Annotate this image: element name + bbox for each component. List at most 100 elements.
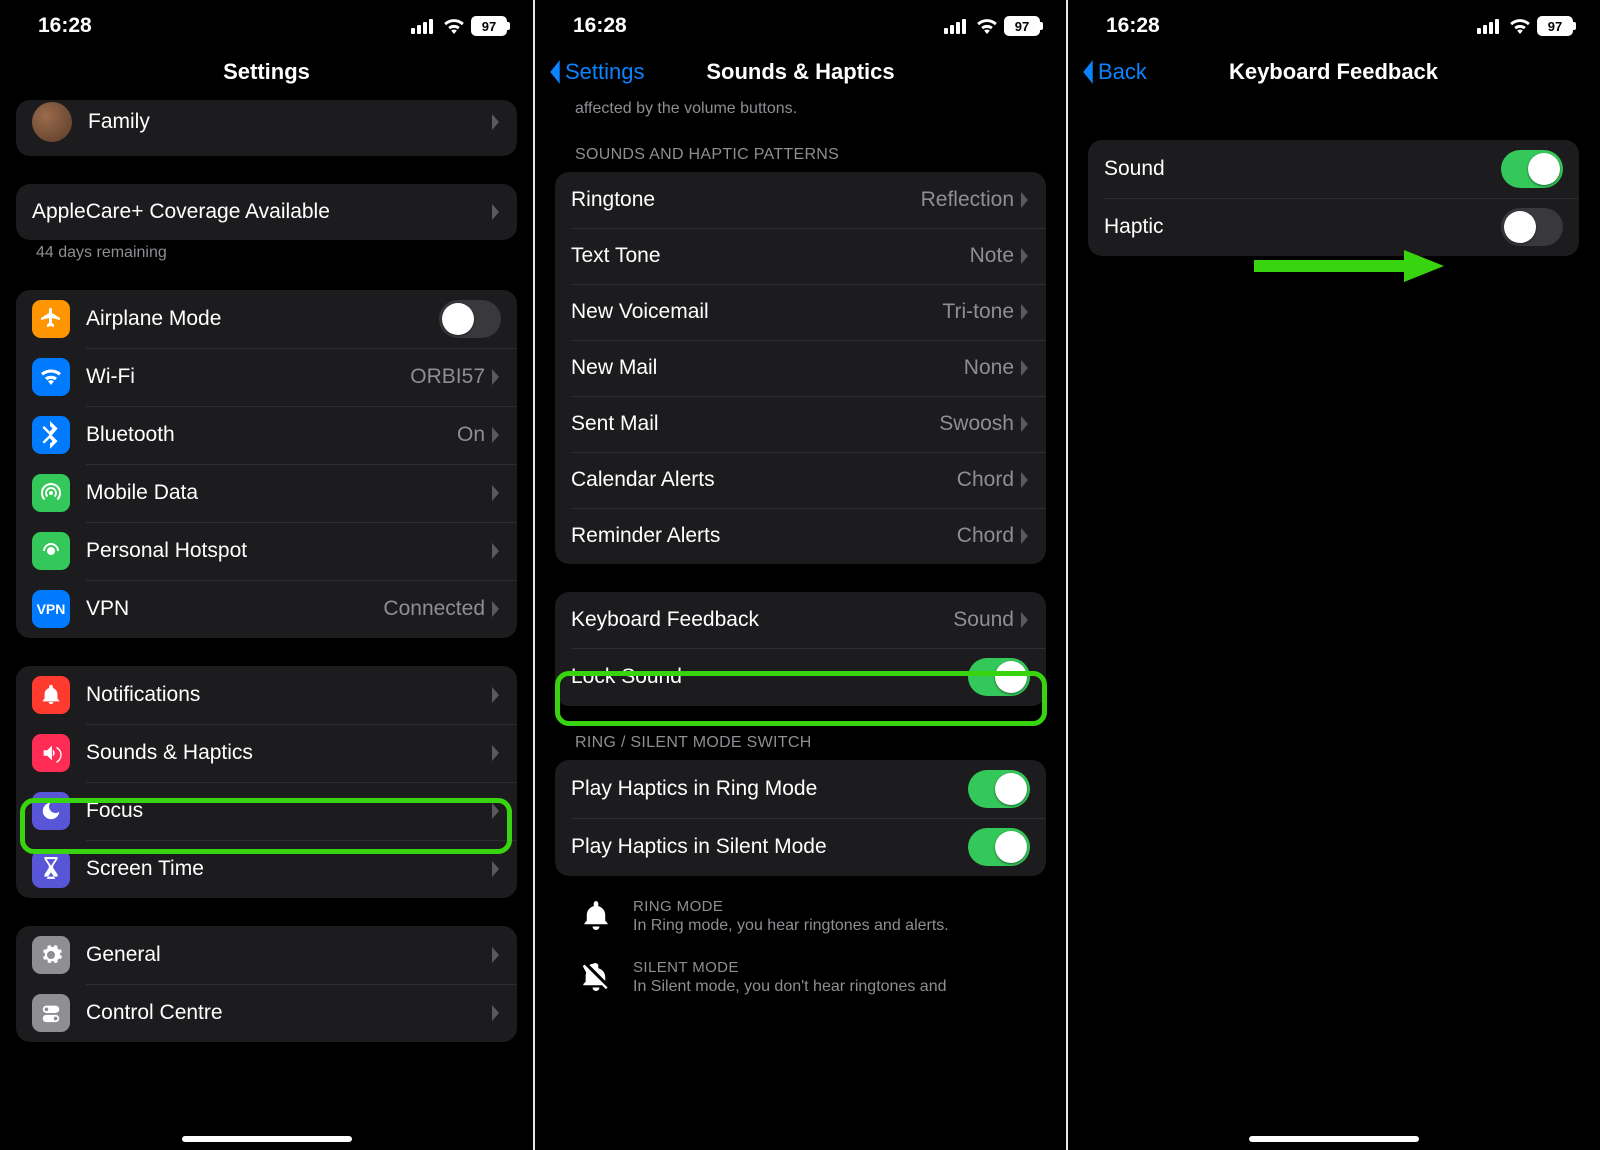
bluetooth-icon (32, 416, 70, 454)
notifications-row[interactable]: Notifications (16, 666, 517, 724)
ring-haptics-toggle[interactable] (968, 770, 1030, 808)
voicemail-label: New Voicemail (571, 300, 942, 324)
group-applecare: AppleCare+ Coverage Available (16, 184, 517, 240)
chevron-left-icon (547, 59, 563, 85)
chevron-right-icon (1020, 527, 1030, 545)
switches-icon (32, 994, 70, 1032)
silent-haptics-row[interactable]: Play Haptics in Silent Mode (555, 818, 1046, 876)
chevron-right-icon (491, 426, 501, 444)
ring-haptics-row[interactable]: Play Haptics in Ring Mode (555, 760, 1046, 818)
airplane-icon (32, 300, 70, 338)
chevron-left-icon (1080, 59, 1096, 85)
vpn-icon: VPN (32, 590, 70, 628)
newmail-label: New Mail (571, 356, 964, 380)
texttone-value: Note (970, 244, 1014, 268)
chevron-right-icon (1020, 611, 1030, 629)
family-avatar-icon (32, 102, 72, 142)
home-indicator (182, 1136, 352, 1142)
silent-haptics-toggle[interactable] (968, 828, 1030, 866)
newmail-value: None (964, 356, 1014, 380)
phone-sounds-haptics: 16:28 97 Settings Sounds & Haptics affec… (533, 0, 1066, 1150)
control-centre-label: Control Centre (86, 1001, 491, 1025)
nav-bar: Settings (0, 44, 533, 100)
focus-row[interactable]: Focus (16, 782, 517, 840)
vpn-row[interactable]: VPN VPN Connected (16, 580, 517, 638)
keyboard-feedback-row[interactable]: Keyboard Feedback Sound (555, 592, 1046, 648)
chevron-right-icon (491, 744, 501, 762)
chevron-right-icon (491, 860, 501, 878)
chevron-right-icon (491, 368, 501, 386)
calendar-row[interactable]: Calendar Alerts Chord (555, 452, 1046, 508)
silent-info-header: SILENT MODE (633, 959, 946, 976)
focus-label: Focus (86, 799, 491, 823)
chevron-right-icon (1020, 415, 1030, 433)
wifi-value: ORBI57 (410, 365, 485, 389)
chevron-right-icon (1020, 359, 1030, 377)
lock-sound-label: Lock Sound (571, 665, 968, 689)
keyboard-feedback-label: Keyboard Feedback (571, 608, 953, 632)
bluetooth-row[interactable]: Bluetooth On (16, 406, 517, 464)
reminder-value: Chord (957, 524, 1014, 548)
newmail-row[interactable]: New Mail None (555, 340, 1046, 396)
sounds-scroll[interactable]: affected by the volume buttons. SOUNDS A… (535, 100, 1066, 1150)
ring-silent-header: RING / SILENT MODE SWITCH (555, 706, 1046, 760)
kb-feedback-scroll[interactable]: Sound Haptic (1068, 100, 1599, 1150)
wifi-label: Wi-Fi (86, 365, 410, 389)
wifi-icon (443, 18, 465, 34)
nav-bar: Settings Sounds & Haptics (535, 44, 1066, 100)
chevron-right-icon (1020, 303, 1030, 321)
status-time: 16:28 (38, 14, 92, 38)
mobile-data-row[interactable]: Mobile Data (16, 464, 517, 522)
voicemail-row[interactable]: New Voicemail Tri-tone (555, 284, 1046, 340)
back-button[interactable]: Back (1080, 59, 1147, 85)
airplane-row[interactable]: Airplane Mode (16, 290, 517, 348)
group-network: Airplane Mode Wi-Fi ORBI57 Bluetooth On (16, 290, 517, 638)
ring-mode-info: RING MODE In Ring mode, you hear rington… (555, 890, 1046, 935)
sound-row[interactable]: Sound (1088, 140, 1579, 198)
notifications-label: Notifications (86, 683, 491, 707)
ringtone-row[interactable]: Ringtone Reflection (555, 172, 1046, 228)
back-label: Settings (565, 59, 645, 85)
applecare-note: 44 days remaining (16, 240, 517, 262)
battery-icon: 97 (1004, 16, 1040, 36)
applecare-row[interactable]: AppleCare+ Coverage Available (16, 184, 517, 240)
silent-mode-info: SILENT MODE In Silent mode, you don't he… (555, 951, 1046, 996)
status-right: 97 (1477, 16, 1573, 36)
screentime-row[interactable]: Screen Time (16, 840, 517, 898)
family-label: Family (88, 110, 491, 134)
applecare-label: AppleCare+ Coverage Available (32, 200, 491, 224)
bell-slash-icon (579, 959, 613, 991)
texttone-row[interactable]: Text Tone Note (555, 228, 1046, 284)
silent-info-body: In Silent mode, you don't hear ringtones… (633, 978, 946, 996)
general-row[interactable]: General (16, 926, 517, 984)
texttone-label: Text Tone (571, 244, 970, 268)
sound-toggle[interactable] (1501, 150, 1563, 188)
chevron-right-icon (491, 113, 501, 131)
control-centre-row[interactable]: Control Centre (16, 984, 517, 1042)
group-general: General Control Centre (16, 926, 517, 1042)
haptic-row[interactable]: Haptic (1088, 198, 1579, 256)
ringtone-label: Ringtone (571, 188, 921, 212)
lock-sound-row[interactable]: Lock Sound (555, 648, 1046, 706)
sentmail-row[interactable]: Sent Mail Swoosh (555, 396, 1046, 452)
back-button[interactable]: Settings (547, 59, 645, 85)
general-label: General (86, 943, 491, 967)
status-time: 16:28 (573, 14, 627, 38)
sound-label: Sound (1104, 157, 1501, 181)
family-row[interactable]: Family (16, 100, 517, 156)
chevron-right-icon (491, 946, 501, 964)
hotspot-row[interactable]: Personal Hotspot (16, 522, 517, 580)
haptic-toggle[interactable] (1501, 208, 1563, 246)
ring-haptics-label: Play Haptics in Ring Mode (571, 777, 968, 801)
lock-sound-toggle[interactable] (968, 658, 1030, 696)
reminder-row[interactable]: Reminder Alerts Chord (555, 508, 1046, 564)
wifi-row[interactable]: Wi-Fi ORBI57 (16, 348, 517, 406)
settings-scroll[interactable]: Family AppleCare+ Coverage Available 44 … (0, 100, 533, 1150)
page-title: Sounds & Haptics (706, 59, 894, 85)
volume-note: affected by the volume buttons. (555, 100, 1046, 118)
sounds-haptics-row[interactable]: Sounds & Haptics (16, 724, 517, 782)
airplane-toggle[interactable] (439, 300, 501, 338)
battery-icon: 97 (471, 16, 507, 36)
wifi-icon (976, 18, 998, 34)
status-right: 97 (411, 16, 507, 36)
